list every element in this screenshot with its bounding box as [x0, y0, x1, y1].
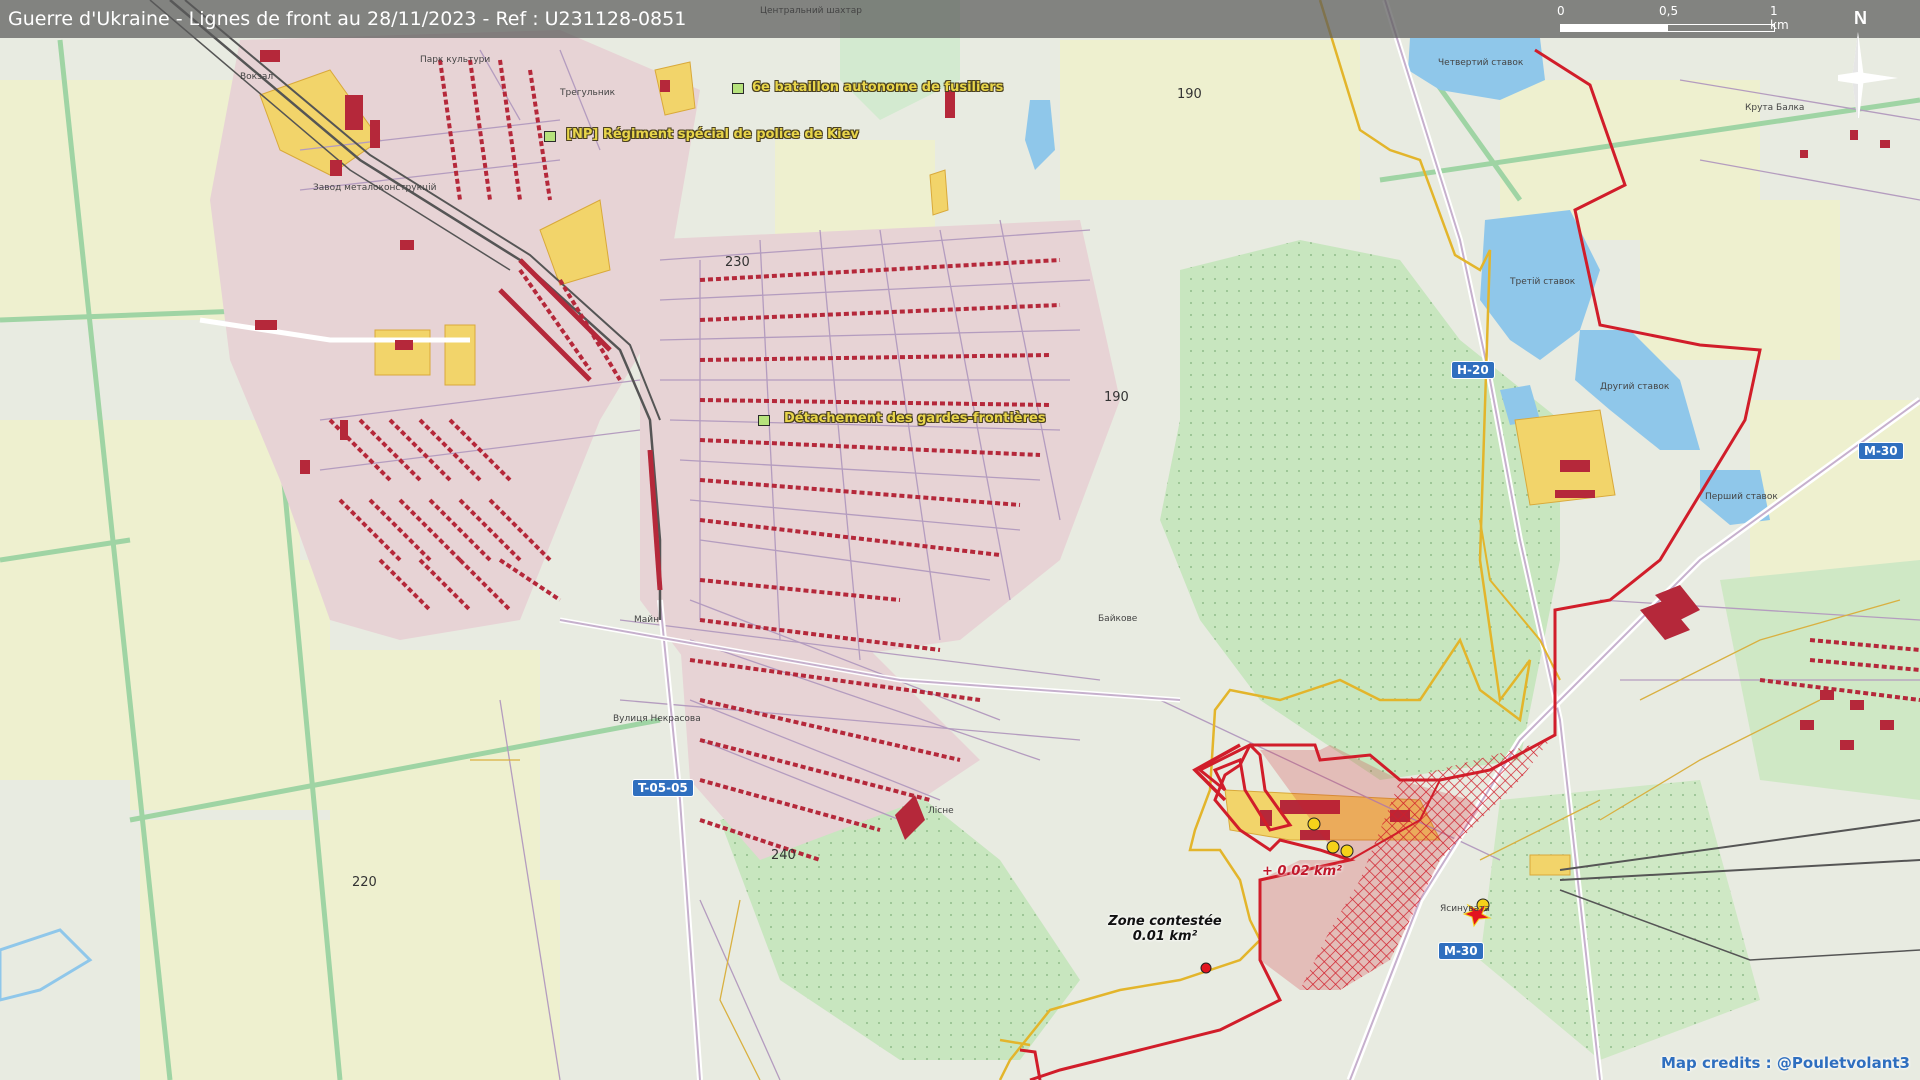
elevation-label: 220 [352, 875, 377, 890]
place-label: Лісне [928, 806, 954, 816]
map-title: Guerre d'Ukraine - Lignes de front au 28… [8, 8, 687, 30]
place-label: Майн [634, 615, 660, 625]
contested-zone-title: Zone contestée [1108, 914, 1222, 929]
compass-rose: N [1838, 8, 1918, 118]
road-shield-m30-south: M-30 [1438, 942, 1484, 960]
place-label: Парк культури [420, 55, 491, 65]
contested-zone-area: 0.01 km² [1132, 929, 1198, 944]
contested-zone-label: Zone contestée 0.01 km² [1105, 914, 1225, 944]
road-shield-h20: H-20 [1451, 361, 1495, 379]
compass-star-icon [1838, 32, 1898, 118]
map-canvas[interactable] [0, 0, 1920, 1080]
scale-track [1560, 24, 1775, 32]
place-label: Ясинувата [1440, 904, 1490, 914]
place-label: Завод металоконструкцій [313, 183, 437, 193]
elevation-label: 230 [725, 255, 750, 270]
unit-label[interactable]: Détachement des gardes-frontières [784, 411, 1046, 426]
elevation-label: 190 [1177, 87, 1202, 102]
infantry-unit-icon[interactable] [732, 83, 744, 94]
police-unit-icon[interactable] [544, 131, 556, 142]
strike-marker [1200, 962, 1212, 974]
territory-gain-label: + 0.02 km² [1262, 864, 1342, 879]
place-label: Другий ставок [1600, 382, 1670, 392]
place-label: Четвертий ставок [1438, 58, 1524, 68]
title-bar: Guerre d'Ukraine - Lignes de front au 28… [0, 0, 1920, 38]
place-label: Вокзал [240, 72, 274, 82]
event-marker [1340, 844, 1354, 858]
elevation-label: 190 [1104, 390, 1129, 405]
road-shield-m30: M-30 [1858, 442, 1904, 460]
border-guard-unit-icon[interactable] [758, 415, 770, 426]
place-label: Вулиця Некрасова [613, 714, 701, 724]
place-label: Байкове [1098, 614, 1138, 624]
place-label: Перший ставок [1705, 492, 1778, 502]
scale-label-half: 0,5 [1659, 4, 1679, 18]
event-marker [1307, 817, 1321, 831]
road-shield-t0505: T-05-05 [632, 779, 694, 797]
place-label: Трегульник [560, 88, 616, 98]
place-label: Центральний шахтар [760, 6, 862, 16]
scale-bar: 0 0,5 1 km [1555, 4, 1795, 34]
scale-label-0: 0 [1557, 4, 1565, 18]
place-label: Третій ставок [1510, 277, 1576, 287]
elevation-label: 240 [771, 848, 796, 863]
event-marker [1326, 840, 1340, 854]
unit-label[interactable]: [NP] Régiment spécial de police de Kiev [566, 127, 859, 142]
place-label: Крута Балка [1745, 103, 1805, 113]
map-credits[interactable]: Map credits : @Pouletvolant3 [1661, 1054, 1910, 1072]
unit-label[interactable]: 6e bataillon autonome de fusiliers [752, 80, 1003, 95]
